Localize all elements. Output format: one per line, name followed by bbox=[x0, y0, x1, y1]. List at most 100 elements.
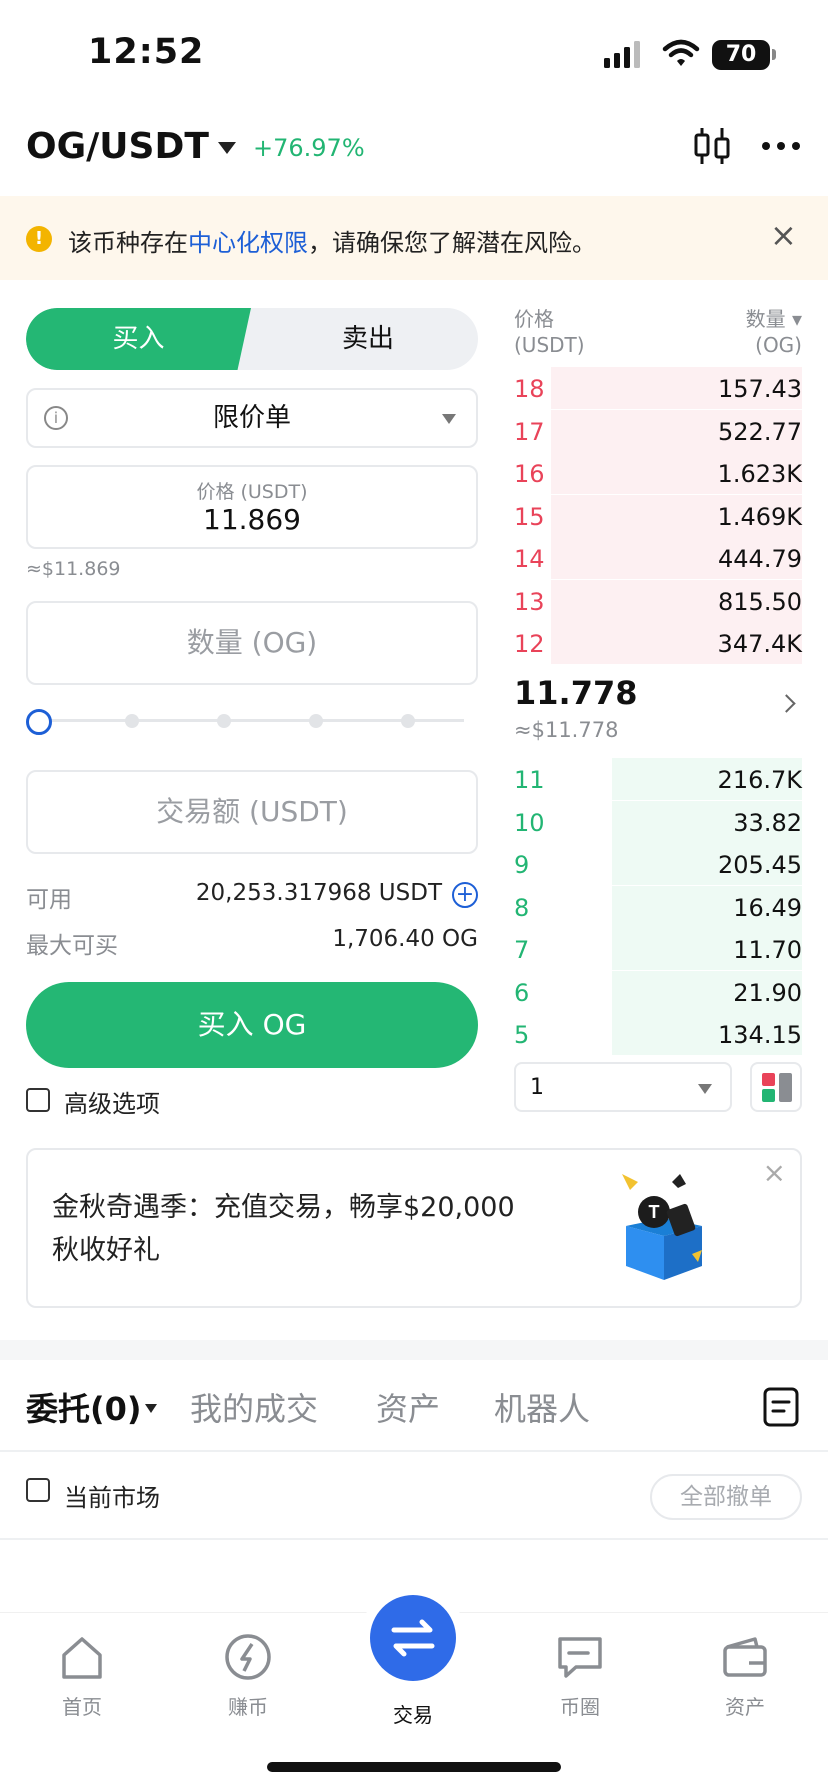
ask-qty: 1.623K bbox=[717, 460, 802, 488]
nav-assets[interactable]: 资产 bbox=[690, 1631, 800, 1720]
promo-line-1: 金秋奇遇季：充值交易，畅享$20,000 bbox=[52, 1192, 515, 1223]
battery-icon: 70 bbox=[712, 40, 770, 70]
ask-price: 16 bbox=[514, 460, 545, 488]
buy-sell-tabs: 买入 卖出 bbox=[26, 308, 478, 370]
tab-sell[interactable]: 卖出 bbox=[258, 308, 478, 370]
slider-handle[interactable] bbox=[26, 709, 52, 735]
nav-home[interactable]: 首页 bbox=[27, 1631, 137, 1720]
chat-icon bbox=[558, 1637, 602, 1678]
earn-icon bbox=[225, 1634, 271, 1680]
bid-row[interactable]: 11 216.7K bbox=[514, 758, 802, 800]
tab-entrust[interactable]: 委托(0) bbox=[26, 1384, 142, 1430]
slider-stop-100[interactable] bbox=[401, 714, 415, 728]
slider-stop-25[interactable] bbox=[125, 714, 139, 728]
cancel-all-button[interactable]: 全部撤单 bbox=[650, 1474, 802, 1520]
bid-row[interactable]: 8 16.49 bbox=[514, 885, 802, 928]
price-change: +76.97% bbox=[253, 134, 365, 162]
bid-row[interactable]: 7 11.70 bbox=[514, 928, 802, 970]
qty-header-label: 数量 ▾ bbox=[745, 307, 802, 331]
amount-slider[interactable] bbox=[26, 706, 478, 736]
orderbook-layout-icon[interactable] bbox=[750, 1062, 802, 1112]
buy-og-button[interactable]: 买入 OG bbox=[26, 982, 478, 1068]
risk-text-before: 该币种存在 bbox=[68, 229, 188, 257]
nav-community-label: 币圈 bbox=[560, 1695, 600, 1719]
order-type-select[interactable]: i 限价单 bbox=[26, 388, 478, 448]
slider-stop-50[interactable] bbox=[217, 714, 231, 728]
tab-assets[interactable]: 资产 bbox=[376, 1384, 440, 1430]
ask-qty: 444.79 bbox=[718, 545, 802, 573]
bid-qty: 216.7K bbox=[717, 766, 802, 794]
advanced-checkbox[interactable] bbox=[26, 1088, 50, 1112]
chevron-right-icon[interactable] bbox=[777, 694, 796, 713]
total-input[interactable]: 交易额 (USDT) bbox=[26, 770, 478, 854]
ask-row[interactable]: 15 1.469K bbox=[514, 494, 802, 537]
price-header-label: 价格 bbox=[514, 307, 554, 331]
risk-text: 该币种存在中心化权限，请确保您了解潜在风险。 bbox=[68, 223, 596, 258]
max-buy-row: 最大可买 1,706.40 OG bbox=[26, 926, 478, 959]
document-icon[interactable] bbox=[762, 1386, 800, 1428]
price-header-unit: (USDT) bbox=[514, 333, 585, 357]
tab-bot[interactable]: 机器人 bbox=[494, 1384, 590, 1430]
caret-down-icon[interactable] bbox=[145, 1404, 157, 1413]
centralized-permission-link[interactable]: 中心化权限 bbox=[188, 229, 308, 257]
ask-price: 14 bbox=[514, 545, 545, 573]
bid-price: 5 bbox=[514, 1021, 530, 1049]
bid-row[interactable]: 10 33.82 bbox=[514, 800, 802, 843]
bid-row[interactable]: 9 205.45 bbox=[514, 843, 802, 885]
add-funds-icon[interactable]: + bbox=[452, 882, 478, 908]
svg-text:T: T bbox=[649, 1202, 660, 1222]
orderbook-qty-header[interactable]: 数量 ▾ (OG) bbox=[746, 306, 802, 358]
current-market-checkbox[interactable] bbox=[26, 1478, 50, 1502]
ask-row[interactable]: 16 1.623K bbox=[514, 452, 802, 494]
nav-community[interactable]: 币圈 bbox=[525, 1631, 635, 1720]
nav-trade-button[interactable] bbox=[370, 1595, 456, 1681]
promo-line-2: 秋收好礼 bbox=[52, 1235, 160, 1266]
nav-assets-label: 资产 bbox=[725, 1695, 765, 1719]
home-icon bbox=[62, 1637, 102, 1679]
caret-down-icon[interactable] bbox=[218, 142, 236, 154]
candlestick-chart-icon[interactable] bbox=[692, 124, 732, 168]
price-value[interactable]: 11.869 bbox=[28, 503, 476, 536]
ask-price: 12 bbox=[514, 630, 545, 658]
ask-row[interactable]: 14 444.79 bbox=[514, 537, 802, 579]
tab-buy[interactable]: 买入 bbox=[26, 308, 251, 370]
max-buy-label: 最大可买 bbox=[26, 933, 118, 959]
nav-earn[interactable]: 赚币 bbox=[193, 1631, 303, 1720]
bid-row[interactable]: 6 21.90 bbox=[514, 970, 802, 1013]
battery-tip bbox=[772, 49, 776, 60]
more-icon[interactable] bbox=[760, 124, 802, 168]
bid-price: 9 bbox=[514, 851, 530, 879]
bid-qty: 16.49 bbox=[733, 893, 802, 922]
bid-row[interactable]: 5 134.15 bbox=[514, 1013, 802, 1055]
available-value: 20,253.317968 USDT bbox=[195, 880, 442, 906]
bid-price: 6 bbox=[514, 978, 530, 1007]
bid-price: 10 bbox=[514, 808, 545, 837]
precision-select[interactable]: 1 bbox=[514, 1062, 732, 1112]
slider-stop-75[interactable] bbox=[309, 714, 323, 728]
ask-row[interactable]: 17 522.77 bbox=[514, 409, 802, 452]
pair-header: OG/USDT +76.97% bbox=[0, 112, 828, 196]
bid-qty: 33.82 bbox=[733, 808, 802, 837]
gift-box-illustration: T bbox=[622, 1174, 702, 1280]
promo-card[interactable]: 金秋奇遇季：充值交易，畅享$20,000 秋收好礼 × T bbox=[26, 1148, 802, 1308]
tab-my-trades[interactable]: 我的成交 bbox=[190, 1384, 318, 1430]
bid-price: 7 bbox=[514, 936, 530, 964]
ask-row[interactable]: 13 815.50 bbox=[514, 579, 802, 622]
ask-qty: 157.43 bbox=[718, 375, 802, 403]
close-icon[interactable]: × bbox=[770, 216, 797, 254]
close-icon[interactable]: × bbox=[763, 1156, 786, 1189]
amount-input[interactable]: 数量 (OG) bbox=[26, 601, 478, 685]
risk-banner: ! 该币种存在中心化权限，请确保您了解潜在风险。 × bbox=[0, 196, 828, 280]
bid-qty: 11.70 bbox=[733, 936, 802, 964]
nav-trade[interactable]: 交易 bbox=[358, 1691, 468, 1728]
last-price: 11.778 bbox=[514, 674, 638, 712]
nav-trade-label: 交易 bbox=[393, 1703, 433, 1727]
pair-selector[interactable]: OG/USDT bbox=[26, 126, 209, 167]
swap-icon bbox=[391, 1619, 435, 1657]
price-input[interactable]: 价格 (USDT) 11.869 bbox=[26, 465, 478, 549]
ask-qty: 347.4K bbox=[717, 630, 802, 658]
ask-price: 17 bbox=[514, 417, 545, 446]
ask-row[interactable]: 12 347.4K bbox=[514, 622, 802, 664]
ask-row[interactable]: 18 157.43 bbox=[514, 367, 802, 409]
status-time: 12:52 bbox=[88, 32, 205, 72]
